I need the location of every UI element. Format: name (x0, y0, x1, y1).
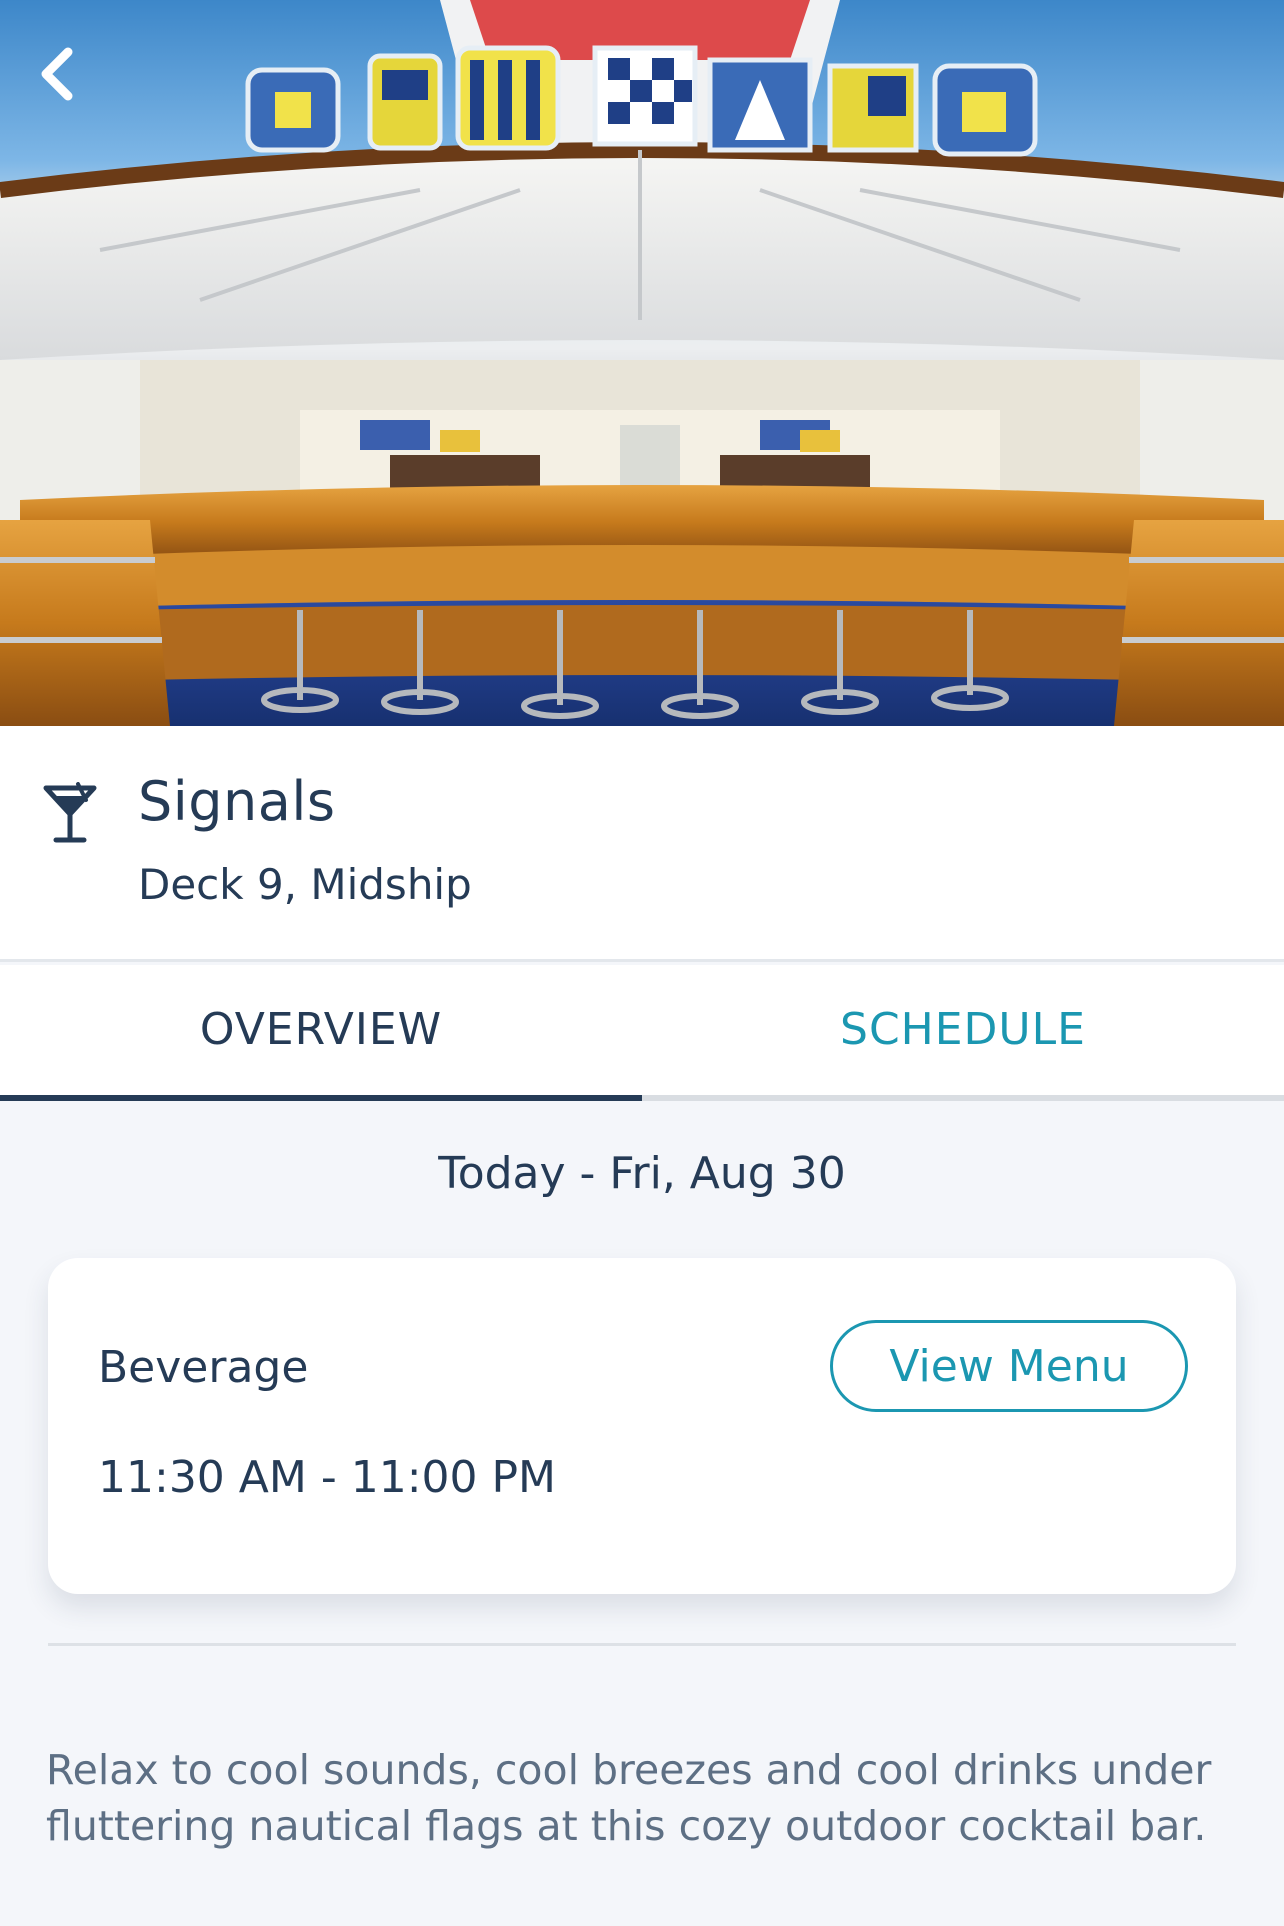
tab-overview-indicator (0, 1095, 642, 1101)
tab-bar: OVERVIEW SCHEDULE (0, 965, 1284, 1101)
venue-title: Signals (138, 770, 336, 833)
tab-schedule[interactable]: SCHEDULE (642, 965, 1284, 1101)
view-menu-button[interactable]: View Menu (830, 1320, 1188, 1412)
hero-image (0, 0, 1284, 726)
schedule-hours: 11:30 AM - 11:00 PM (98, 1452, 556, 1503)
venue-description: Relax to cool sounds, cool breezes and c… (46, 1746, 1212, 1850)
back-button[interactable] (36, 44, 108, 116)
schedule-card: Beverage 11:30 AM - 11:00 PM View Menu (48, 1258, 1236, 1594)
cocktail-glass-icon (43, 782, 97, 843)
venue-location: Deck 9, Midship (138, 860, 472, 909)
tab-schedule-indicator (642, 1095, 1284, 1101)
tab-overview-label: OVERVIEW (199, 1003, 443, 1055)
tab-overview[interactable]: OVERVIEW (0, 965, 642, 1101)
bar-illustration (0, 0, 1284, 726)
venue-header (0, 726, 1284, 962)
chevron-left-icon (41, 47, 73, 101)
venue-detail-screen: Signals Deck 9, Midship OVERVIEW SCHEDUL… (0, 0, 1284, 1926)
schedule-type: Beverage (98, 1342, 309, 1393)
divider (48, 1643, 1236, 1646)
schedule-date: Today - Fri, Aug 30 (438, 1148, 846, 1199)
tab-schedule-label: SCHEDULE (840, 1003, 1086, 1055)
